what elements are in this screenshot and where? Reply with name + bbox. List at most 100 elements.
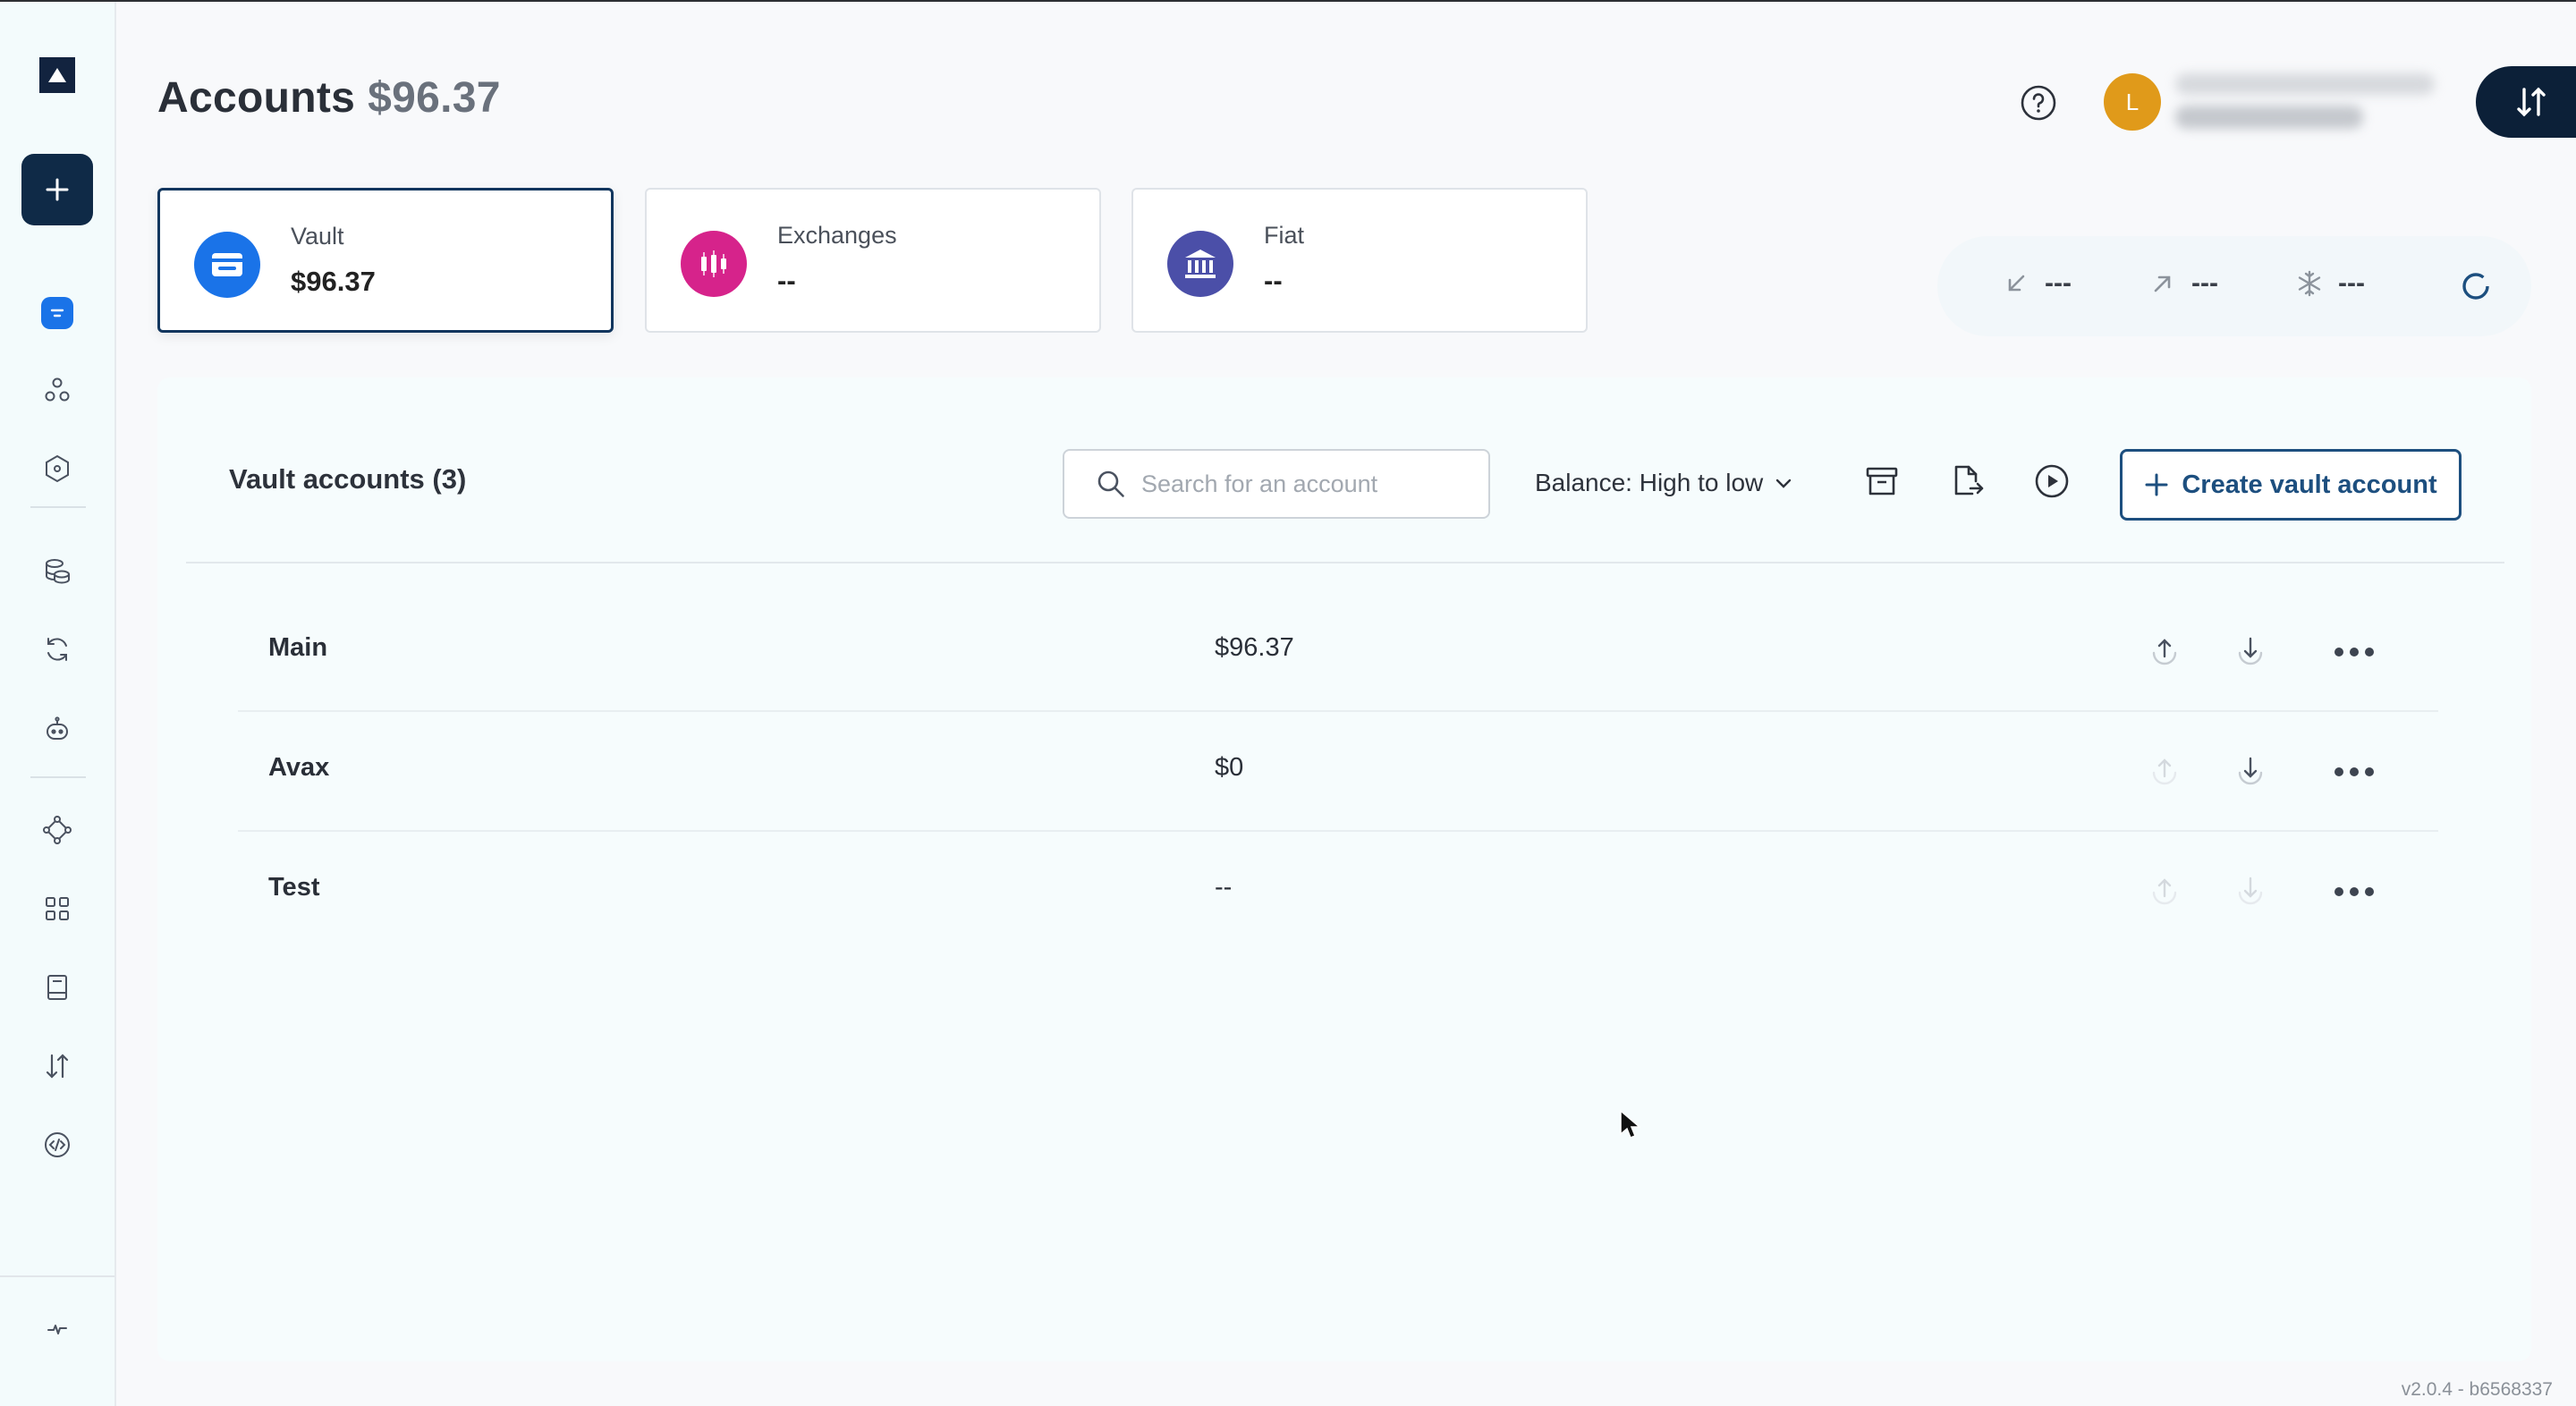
accounts-icon: [50, 309, 64, 318]
card-exchanges[interactable]: Exchanges --: [645, 188, 1101, 333]
table-row[interactable]: Test --: [238, 832, 2438, 952]
sidebar-item-accounts[interactable]: [41, 297, 73, 329]
sidebar-item-coins[interactable]: [34, 547, 80, 594]
activity-icon: [47, 1325, 67, 1334]
incoming-value: ---: [2045, 268, 2072, 298]
export-button[interactable]: [1945, 460, 1988, 503]
developer-icon: [45, 1132, 70, 1157]
file-export-icon: [1954, 465, 1984, 495]
sidebar-item-activity[interactable]: [34, 1306, 80, 1352]
sidebar-item-robot[interactable]: [34, 707, 80, 753]
withdraw-button[interactable]: [2143, 630, 2186, 673]
transfer-icon: [46, 1054, 69, 1079]
download-icon: [2238, 877, 2263, 905]
diamond-network-icon: [43, 816, 72, 844]
loading-spinner-icon: [2460, 270, 2492, 307]
help-button[interactable]: [2020, 84, 2057, 122]
user-org-name-redacted: [2175, 73, 2435, 95]
arrow-up-right-icon: [2154, 275, 2171, 292]
account-name: Avax: [268, 753, 330, 782]
account-balance: --: [1215, 873, 1233, 902]
archive-button[interactable]: [1860, 460, 1903, 503]
more-dot: [2334, 767, 2343, 776]
sidebar-item-book[interactable]: [34, 964, 80, 1011]
search-icon: [1097, 470, 1124, 497]
plus-icon: [46, 178, 69, 201]
sidebar-divider: [0, 1275, 114, 1277]
card-fiat[interactable]: Fiat --: [1131, 188, 1588, 333]
download-icon: [2238, 637, 2263, 665]
more-options-button[interactable]: [2327, 878, 2381, 905]
coins-icon: [46, 559, 70, 584]
deposit-button[interactable]: [2229, 630, 2272, 673]
vault-accounts-panel: Vault accounts (3) Balance: High to low …: [157, 377, 2531, 1361]
robot-icon: [47, 716, 68, 740]
sidebar-item-apps[interactable]: [34, 885, 80, 932]
create-vault-account-label: Create vault account: [2182, 470, 2437, 499]
refresh-icon: [47, 638, 67, 661]
more-dot: [2350, 767, 2359, 776]
balance-summary: --- --- ---: [1937, 236, 2531, 336]
transfer-button[interactable]: [2476, 66, 2576, 138]
page-title: Accounts $96.37: [157, 73, 501, 123]
sidebar-item-transfer[interactable]: [34, 1043, 80, 1089]
sidebar-item-refresh[interactable]: [34, 626, 80, 673]
window-top-border: [0, 0, 2576, 2]
sidebar-item-diamond[interactable]: [34, 807, 80, 853]
vault-icon: [194, 232, 260, 298]
incoming-summary: ---: [2002, 268, 2072, 299]
download-icon: [2238, 757, 2263, 785]
sidebar-item-developer[interactable]: [34, 1122, 80, 1168]
add-button[interactable]: [21, 154, 93, 225]
apps-grid-icon: [46, 897, 69, 920]
user-name-redacted: [2175, 106, 2363, 129]
more-dot: [2334, 887, 2343, 896]
more-options-button[interactable]: [2327, 639, 2381, 665]
more-options-button[interactable]: [2327, 758, 2381, 785]
table-row[interactable]: Avax $0: [238, 712, 2438, 832]
upload-icon: [2152, 878, 2177, 905]
outgoing-summary: ---: [2148, 268, 2218, 299]
more-dot: [2334, 648, 2343, 656]
account-name: Test: [268, 873, 320, 902]
table-row[interactable]: Main $96.37: [238, 592, 2438, 712]
card-value: --: [777, 265, 796, 296]
transfer-icon: [2517, 87, 2546, 117]
more-dot: [2365, 648, 2374, 656]
card-label: Exchanges: [777, 222, 897, 249]
withdraw-button[interactable]: [2143, 750, 2186, 792]
deposit-button[interactable]: [2229, 869, 2272, 912]
sidebar-divider: [30, 776, 86, 778]
sort-label: Balance: High to low: [1535, 469, 1764, 496]
play-circle-icon: [2035, 464, 2069, 498]
avatar[interactable]: L: [2104, 73, 2161, 131]
app-version: v2.0.4 - b6568337: [2401, 1379, 2553, 1400]
play-tutorial-button[interactable]: [2030, 460, 2073, 503]
sidebar: [0, 2, 116, 1406]
card-vault[interactable]: Vault $96.37: [157, 188, 614, 333]
network-icon: [45, 377, 70, 402]
archive-icon: [1866, 467, 1898, 495]
account-balance: $0: [1215, 753, 1244, 782]
deposit-button[interactable]: [2229, 750, 2272, 792]
withdraw-button[interactable]: [2143, 869, 2186, 912]
book-icon: [47, 975, 67, 1000]
mouse-cursor-icon: [1619, 1109, 1642, 1141]
chevron-down-icon: [1776, 479, 1792, 488]
sidebar-divider: [30, 506, 86, 508]
more-dot: [2365, 887, 2374, 896]
search-input[interactable]: [1140, 469, 1483, 499]
account-name: Main: [268, 633, 328, 662]
logo-icon[interactable]: [39, 57, 75, 93]
sidebar-item-hexagon[interactable]: [34, 445, 80, 492]
search-field[interactable]: [1063, 449, 1490, 519]
arrow-down-left-icon: [2008, 275, 2025, 292]
sort-dropdown[interactable]: Balance: High to low: [1535, 469, 1793, 497]
sidebar-item-network[interactable]: [34, 367, 80, 413]
more-dot: [2350, 887, 2359, 896]
page-title-label: Accounts: [157, 74, 356, 122]
create-vault-account-button[interactable]: Create vault account: [2120, 449, 2462, 521]
snowflake-icon: [2298, 270, 2321, 297]
bank-icon: [1167, 231, 1233, 297]
total-balance: $96.37: [368, 74, 501, 122]
